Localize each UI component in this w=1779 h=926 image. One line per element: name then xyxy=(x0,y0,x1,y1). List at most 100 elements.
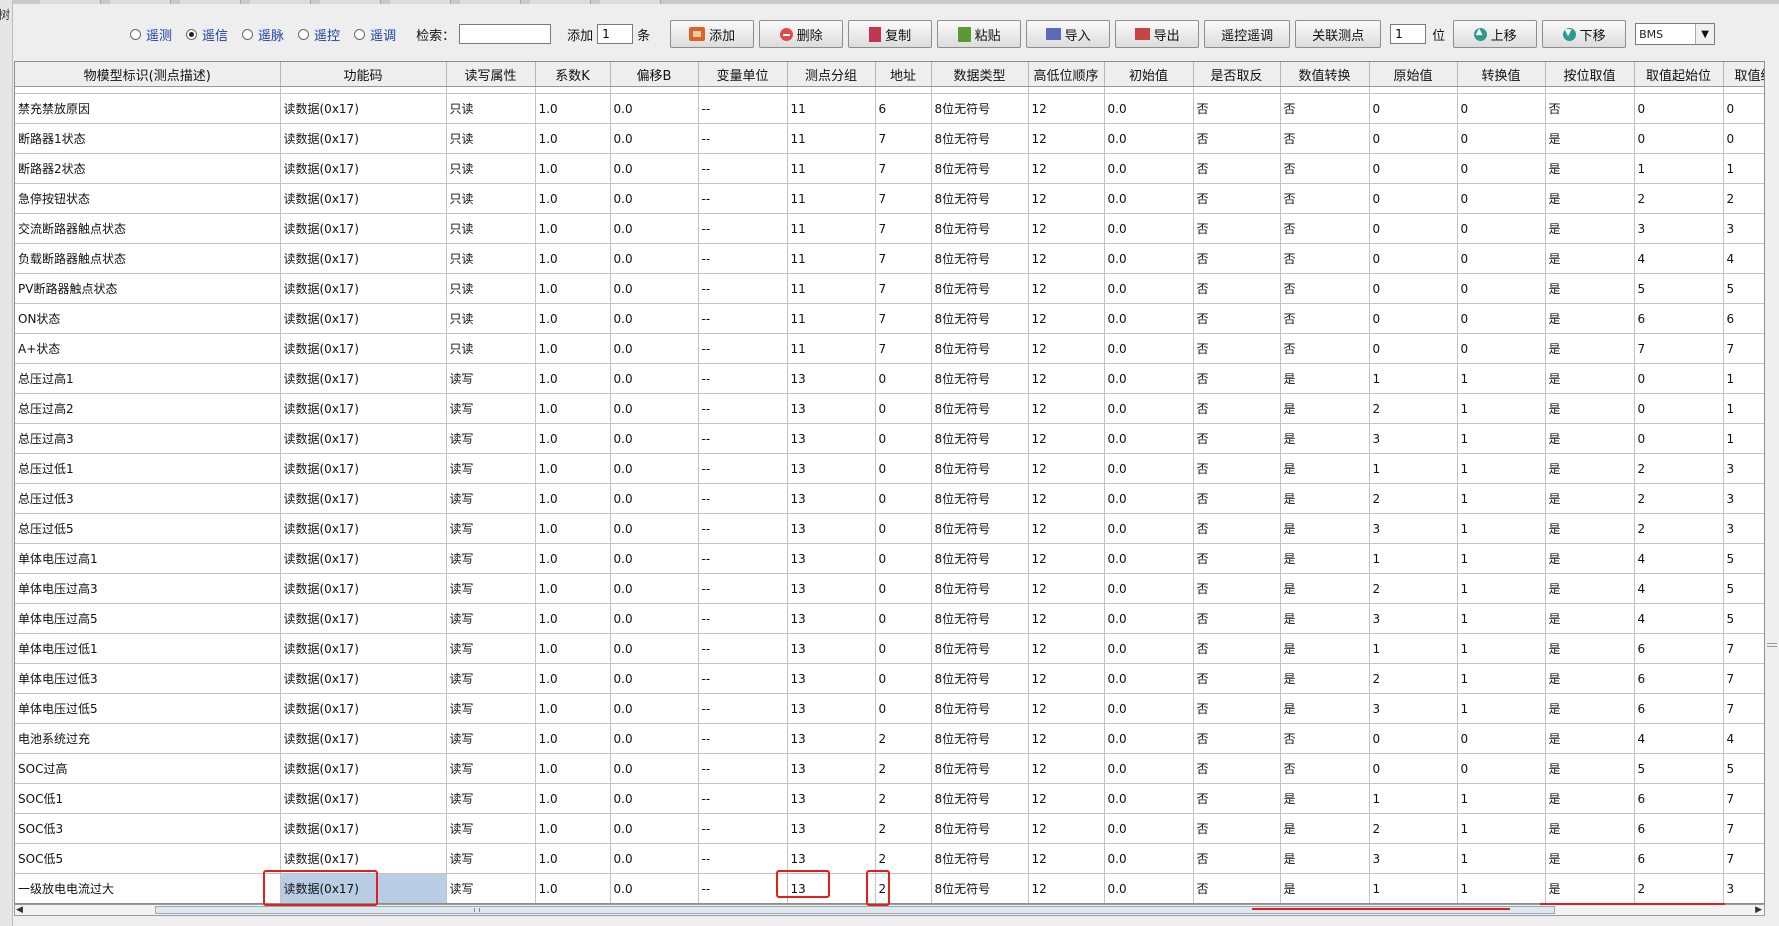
table-cell[interactable]: 6 xyxy=(1634,843,1724,874)
table-cell[interactable]: 是 xyxy=(1545,723,1635,754)
table-cell[interactable]: 1.0 xyxy=(535,633,611,664)
export-button[interactable]: 导出 xyxy=(1115,20,1200,48)
table-cell[interactable]: 12 xyxy=(1028,213,1105,244)
table-cell[interactable]: 否 xyxy=(1280,753,1370,784)
table-cell[interactable]: 1.0 xyxy=(535,573,611,604)
table-cell[interactable]: 4 xyxy=(1634,243,1724,274)
table-cell[interactable]: 断路器1状态 xyxy=(15,123,281,154)
table-cell[interactable]: 1 xyxy=(1369,543,1458,574)
table-cell[interactable]: 单体电压过高1 xyxy=(15,543,281,574)
table-cell[interactable]: 13 xyxy=(787,483,876,514)
table-cell[interactable]: 1 xyxy=(1457,453,1546,484)
table-row[interactable]: SOC低3 读数据(0x17) 读写 1.0 0.0 -- 13 2 8位无符号 12 0.0 否是 2… xyxy=(15,813,1764,844)
table-cell[interactable]: 读写 xyxy=(446,723,536,754)
table-cell[interactable]: 12 xyxy=(1028,693,1105,724)
table-cell[interactable]: 读数据(0x17) xyxy=(280,783,447,814)
table-cell[interactable]: 0 xyxy=(1369,123,1458,154)
table-cell[interactable]: 0 xyxy=(1457,273,1546,304)
table-row[interactable]: 总压过低1 读数据(0x17) 读写 1.0 0.0 -- 13 0 8位无符号 12 0.0 否是 1… xyxy=(15,453,1764,484)
table-cell[interactable]: 1.0 xyxy=(535,333,611,364)
table-cell[interactable]: -- xyxy=(698,333,788,364)
table-cell[interactable]: 否 xyxy=(1193,483,1281,514)
table-cell[interactable]: 2 xyxy=(1369,813,1458,844)
table-cell[interactable]: 1.0 xyxy=(535,873,611,903)
table-cell[interactable]: A+状态 xyxy=(15,333,281,364)
radio-teleadjust[interactable]: 遥调 xyxy=(354,25,396,44)
paste-button[interactable]: 粘贴 xyxy=(937,20,1022,48)
table-cell[interactable]: 总压过低5 xyxy=(15,513,281,544)
table-cell[interactable]: 7 xyxy=(1723,633,1764,664)
table-cell[interactable]: -- xyxy=(698,183,788,214)
table-cell[interactable]: 13 xyxy=(787,693,876,724)
column-header[interactable]: 功能码 xyxy=(280,62,447,87)
table-cell[interactable]: 12 xyxy=(1028,363,1105,394)
table-cell[interactable]: 是 xyxy=(1545,423,1635,454)
table-cell[interactable]: 否 xyxy=(1545,93,1635,124)
table-cell[interactable]: -- xyxy=(698,273,788,304)
table-cell[interactable]: 12 xyxy=(1028,243,1105,274)
table-cell[interactable]: 0 xyxy=(875,693,932,724)
table-cell[interactable]: 12 xyxy=(1028,423,1105,454)
table-cell[interactable]: 0.0 xyxy=(1104,663,1194,694)
table-cell[interactable]: 12 xyxy=(1028,273,1105,304)
table-cell[interactable]: 负载断路器触点状态 xyxy=(15,243,281,274)
table-cell[interactable]: 5 xyxy=(1723,543,1764,574)
table-cell[interactable]: 读数据(0x17) xyxy=(280,723,447,754)
table-cell[interactable]: 8位无符号 xyxy=(931,513,1029,544)
table-cell[interactable]: 是 xyxy=(1280,663,1370,694)
table-cell[interactable]: 读数据(0x17) xyxy=(280,873,447,903)
table-cell[interactable]: 1 xyxy=(1723,153,1764,184)
table-cell[interactable]: 0 xyxy=(1634,93,1724,124)
table-cell[interactable]: 1.0 xyxy=(535,243,611,274)
table-cell[interactable]: 是 xyxy=(1280,423,1370,454)
table-cell[interactable]: 0.0 xyxy=(1104,813,1194,844)
table-cell[interactable]: 7 xyxy=(1723,693,1764,724)
table-cell[interactable]: 1 xyxy=(1457,873,1546,903)
table-cell[interactable]: 否 xyxy=(1193,663,1281,694)
table-cell[interactable]: 1 xyxy=(1369,453,1458,484)
table-cell[interactable]: 0.0 xyxy=(610,243,699,274)
table-cell[interactable]: 是 xyxy=(1280,603,1370,634)
table-cell[interactable]: 是 xyxy=(1545,603,1635,634)
table-row[interactable]: 单体电压过高3 读数据(0x17) 读写 1.0 0.0 -- 13 0 8位无符号 12 0.0 否… xyxy=(15,573,1764,604)
table-cell[interactable]: 只读 xyxy=(446,273,536,304)
table-cell[interactable]: 0.0 xyxy=(1104,93,1194,124)
table-cell[interactable]: 0.0 xyxy=(1104,153,1194,184)
table-cell[interactable]: 13 xyxy=(787,843,876,874)
table-cell[interactable]: 读写 xyxy=(446,813,536,844)
table-cell[interactable]: 1.0 xyxy=(535,843,611,874)
table-cell[interactable]: 11 xyxy=(787,243,876,274)
table-cell[interactable]: 12 xyxy=(1028,153,1105,184)
table-cell[interactable]: 1 xyxy=(1457,573,1546,604)
table-cell[interactable]: 1.0 xyxy=(535,393,611,424)
radio-telecontrol[interactable]: 遥控 xyxy=(298,25,340,44)
top-tab[interactable] xyxy=(40,0,101,4)
table-cell[interactable]: 0 xyxy=(1369,303,1458,334)
table-cell[interactable]: 5 xyxy=(1634,273,1724,304)
table-cell[interactable]: 总压过低1 xyxy=(15,453,281,484)
scrollbar-thumb[interactable] xyxy=(155,906,1555,914)
table-cell[interactable]: SOC低1 xyxy=(15,783,281,814)
table-cell[interactable]: 7 xyxy=(1723,843,1764,874)
table-cell[interactable]: 1 xyxy=(1457,633,1546,664)
column-header[interactable]: 数值转换 xyxy=(1280,62,1370,87)
table-cell[interactable]: 是 xyxy=(1545,393,1635,424)
table-cell[interactable]: 否 xyxy=(1280,153,1370,184)
table-cell[interactable]: -- xyxy=(698,573,788,604)
table-cell[interactable]: 读数据(0x17) xyxy=(280,213,447,244)
table-cell[interactable]: -- xyxy=(698,93,788,124)
table-cell[interactable]: 8位无符号 xyxy=(931,813,1029,844)
table-cell[interactable]: 只读 xyxy=(446,243,536,274)
move-up-button[interactable]: 上移 xyxy=(1453,20,1538,48)
table-cell[interactable]: 1 xyxy=(1457,513,1546,544)
table-cell[interactable]: 4 xyxy=(1723,723,1764,754)
table-cell[interactable]: 读数据(0x17) xyxy=(280,93,447,124)
table-cell[interactable]: 0.0 xyxy=(610,273,699,304)
table-cell[interactable]: 13 xyxy=(787,663,876,694)
table-cell[interactable]: 11 xyxy=(787,333,876,364)
table-cell[interactable]: 读写 xyxy=(446,753,536,784)
table-cell[interactable]: 12 xyxy=(1028,93,1105,124)
table-cell[interactable]: 8位无符号 xyxy=(931,363,1029,394)
top-tab[interactable] xyxy=(460,0,521,4)
table-cell[interactable]: 6 xyxy=(1634,783,1724,814)
